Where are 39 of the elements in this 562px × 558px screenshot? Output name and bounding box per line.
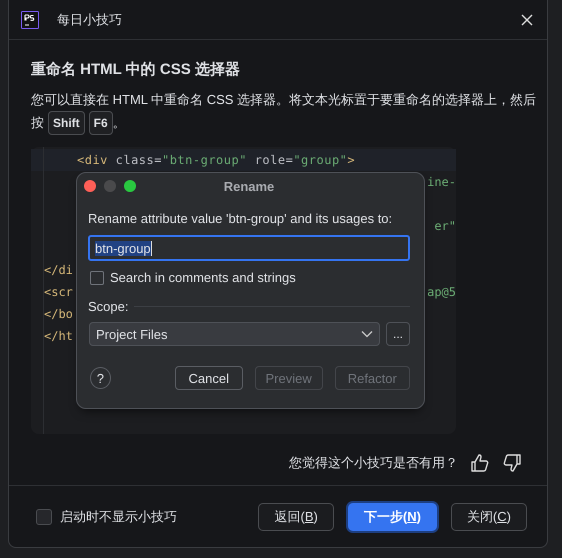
close-light-icon[interactable]: [84, 180, 96, 192]
code-text: <scr: [44, 284, 73, 302]
checkbox-label: 启动时不显示小技巧: [60, 508, 177, 526]
dialog-title: Rename: [222, 178, 276, 194]
checkbox[interactable]: [90, 270, 104, 285]
scope-label: Scope:: [88, 299, 128, 314]
footer-button[interactable]: 下一步(N): [348, 502, 437, 531]
code-text: ap@5: [427, 284, 456, 302]
tip-title: 重命名 HTML 中的 CSS 选择器: [31, 60, 241, 80]
code-text: </bo: [44, 306, 73, 324]
browse-button[interactable]: ...: [386, 322, 410, 346]
key-cap: F6: [88, 111, 113, 136]
feedback-question: 您觉得这个小技巧是否有用？: [289, 454, 458, 472]
zoom-light-icon[interactable]: [124, 180, 136, 192]
thumbs-down-icon[interactable]: [502, 453, 522, 474]
checkbox-label: Search in comments and strings: [110, 270, 296, 286]
rename-prompt: Rename attribute value 'btn-group' and its usages to:: [88, 211, 394, 226]
name-input-field[interactable]: btn-group: [88, 235, 410, 262]
code-text: <div class="btn-group" role="group">: [77, 152, 356, 170]
code-text: </ht: [44, 328, 73, 346]
dialog-button[interactable]: Cancel: [174, 366, 243, 390]
chevron-down-icon: [361, 330, 373, 338]
footer-button[interactable]: 关闭(C): [450, 502, 527, 531]
tip-text: 您可以直接在 HTML 中重命名 CSS 选择器。将文本光标置于要重命名的选择器上，然后: [31, 91, 536, 110]
close-icon[interactable]: [521, 14, 533, 26]
minimize-light-icon: [104, 180, 116, 192]
code-text: ine-: [427, 174, 456, 192]
thumbs-up-icon[interactable]: [470, 453, 490, 474]
app-logo-icon: [21, 10, 39, 29]
scope-dropdown[interactable]: Project Files: [89, 322, 380, 346]
checkbox[interactable]: [36, 508, 52, 525]
code-text: er": [434, 218, 456, 236]
footer-button[interactable]: 返回(B): [258, 502, 334, 531]
tip-text: 按: [31, 114, 44, 132]
window-title: 每日小技巧: [57, 10, 123, 29]
help-button[interactable]: ?: [90, 367, 111, 390]
tip-text-end: 。: [112, 114, 126, 132]
code-text: </di: [44, 262, 73, 280]
key-cap: Shift: [48, 111, 85, 136]
